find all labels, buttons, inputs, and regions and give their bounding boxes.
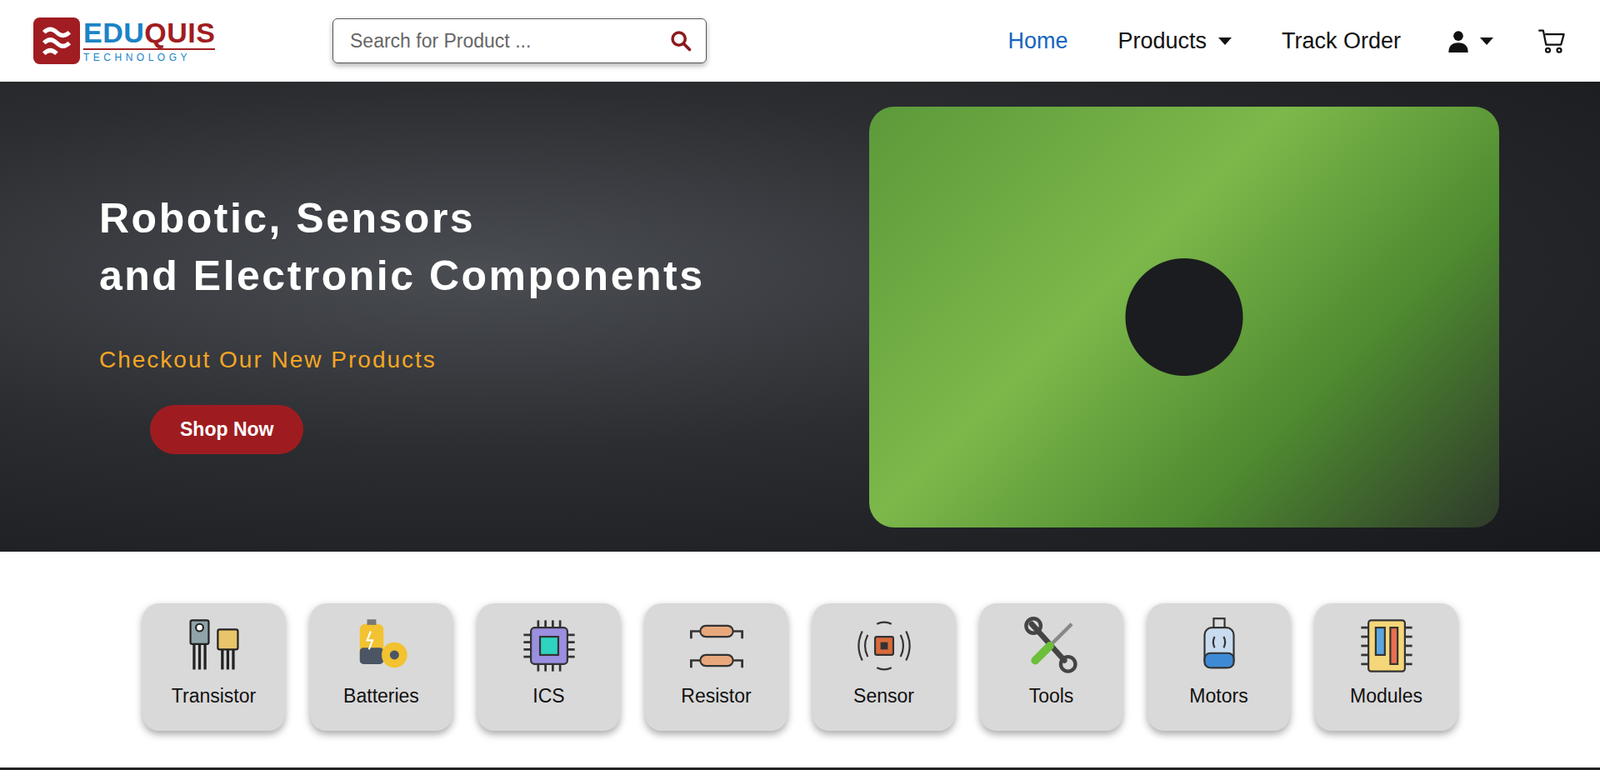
caret-icon <box>1218 37 1232 45</box>
user-icon <box>1446 28 1470 54</box>
hero-title: Robotic, Sensorsand Electronic Component… <box>99 190 705 305</box>
hero-subtitle: Checkout Our New Products <box>99 346 437 374</box>
category-card[interactable]: Transistor <box>142 603 285 731</box>
category-label: Tools <box>1029 685 1075 708</box>
nav-item[interactable]: Products <box>1117 28 1232 55</box>
category-label: Sensor <box>853 685 915 708</box>
nav-item[interactable]: Track Order <box>1281 28 1401 55</box>
category-label: Motors <box>1189 685 1248 708</box>
category-card[interactable]: ICS <box>477 603 620 731</box>
category-card[interactable]: Sensor <box>812 603 955 731</box>
category-icon <box>352 616 411 675</box>
category-card[interactable]: Resistor <box>645 603 788 731</box>
category-icon <box>185 616 244 675</box>
search-box <box>332 18 707 64</box>
shop-now-button[interactable]: Shop Now <box>150 405 304 455</box>
nav-item[interactable]: Home <box>1007 28 1068 55</box>
category-card[interactable]: Batteries <box>310 603 453 731</box>
search-icon[interactable] <box>669 29 693 53</box>
category-card[interactable]: Modules <box>1315 603 1458 731</box>
category-icon <box>1190 616 1249 675</box>
hero-image <box>869 106 1500 528</box>
category-label: ICS <box>532 685 565 708</box>
page: EDUQUISTECHNOLOGY Home Products Track Order… <box>0 0 1600 770</box>
category-label: Transistor <box>171 685 256 708</box>
cart-icon[interactable] <box>1536 25 1567 56</box>
account-menu[interactable] <box>1446 28 1494 54</box>
logo-tagline: TECHNOLOGY <box>83 51 215 64</box>
caret-icon <box>1480 37 1494 45</box>
category-label: Batteries <box>343 685 420 708</box>
category-icon <box>1022 616 1081 675</box>
logo-icon <box>33 17 80 65</box>
category-label: Resistor <box>680 685 751 708</box>
category-icon <box>855 616 914 675</box>
category-icon <box>520 616 579 675</box>
category-list: Transistor Batteries ICS Resistor Sensor Tool… <box>0 551 1600 765</box>
category-label: Modules <box>1350 685 1423 708</box>
category-icon <box>1357 616 1416 675</box>
nav: Home Products Track Order <box>1007 25 1567 56</box>
category-card[interactable]: Motors <box>1147 603 1290 731</box>
category-icon <box>687 616 746 675</box>
logo-name: EDUQUIS <box>83 18 215 50</box>
logo[interactable]: EDUQUISTECHNOLOGY <box>33 17 333 65</box>
header: EDUQUISTECHNOLOGY Home Products Track Order <box>0 0 1600 82</box>
hero-banner: Robotic, Sensorsand Electronic Component… <box>0 81 1600 552</box>
category-card[interactable]: Tools <box>980 603 1123 731</box>
search-input[interactable] <box>348 29 670 54</box>
